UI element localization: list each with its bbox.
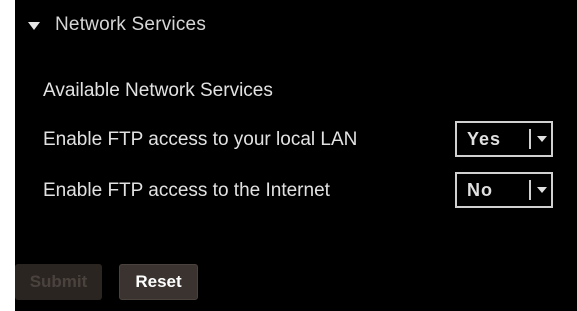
select-divider: [529, 180, 531, 200]
ftp-internet-select-value: No: [467, 180, 493, 200]
submit-button[interactable]: Submit: [15, 264, 102, 300]
chevron-down-icon: [537, 136, 547, 142]
chevron-down-icon: [537, 187, 547, 193]
network-services-panel: Network Services Available Network Servi…: [15, 0, 577, 311]
reset-button[interactable]: Reset: [119, 264, 198, 300]
ftp-internet-label: Enable FTP access to the Internet: [43, 180, 330, 201]
section-title: Network Services: [55, 14, 207, 35]
ftp-internet-select[interactable]: No: [455, 172, 553, 208]
ftp-lan-label: Enable FTP access to your local LAN: [43, 129, 358, 150]
available-services-heading: Available Network Services: [43, 80, 273, 101]
ftp-lan-select-value: Yes: [467, 129, 502, 149]
section-header-network-services[interactable]: Network Services: [28, 12, 206, 38]
ftp-lan-select[interactable]: Yes: [455, 121, 553, 157]
select-divider: [529, 129, 531, 149]
triangle-down-icon[interactable]: [28, 21, 40, 30]
